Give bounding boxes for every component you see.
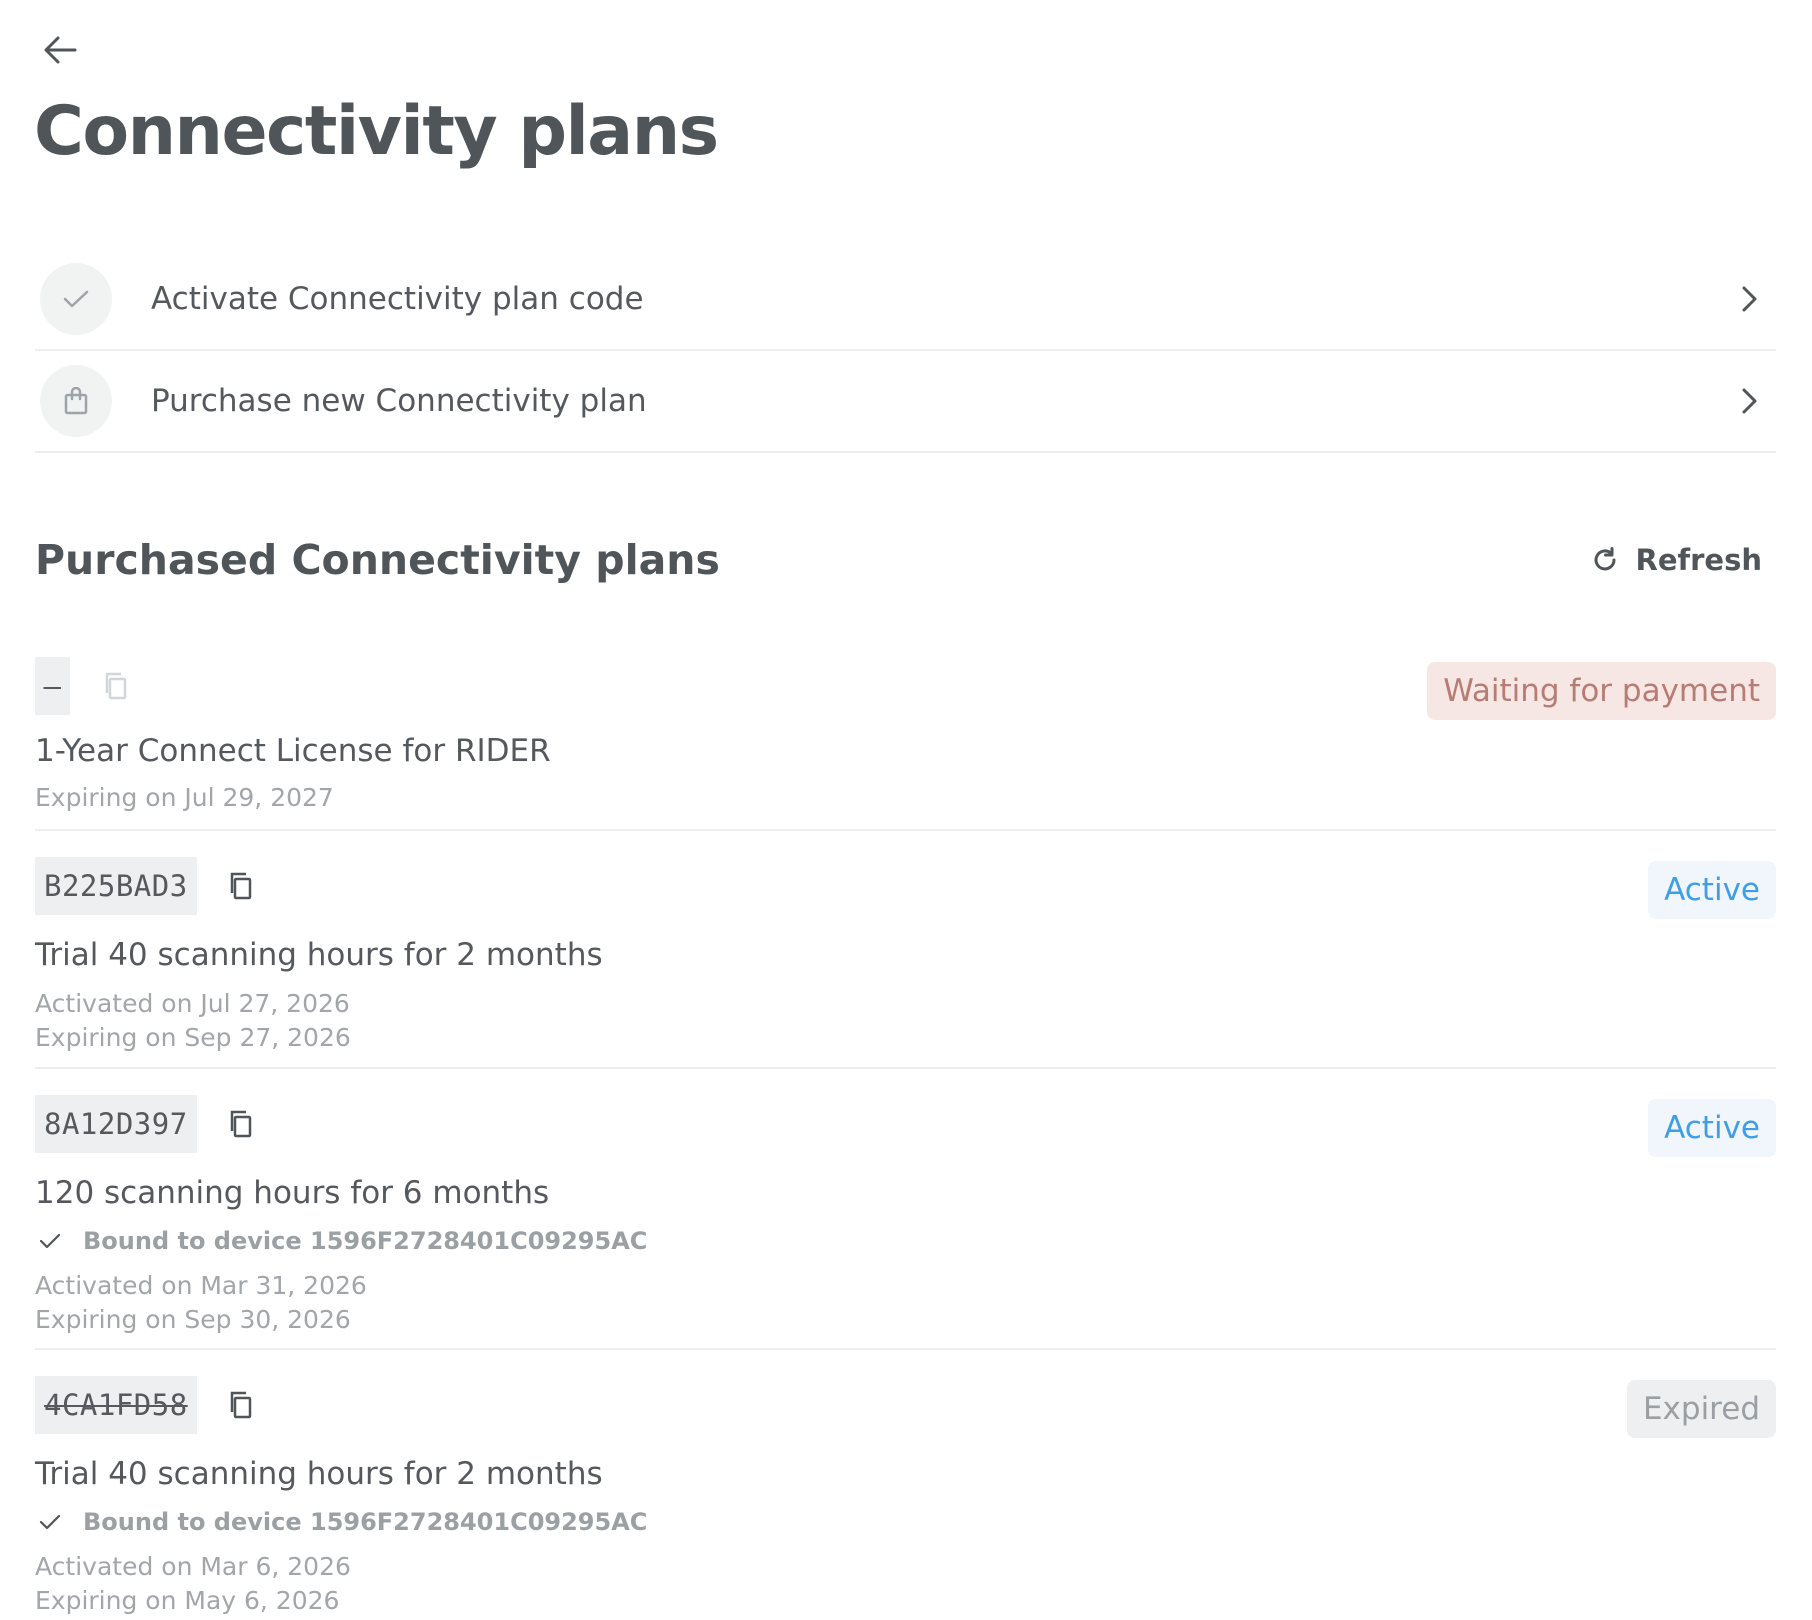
copy-icon xyxy=(230,1110,251,1138)
bound-device-label: Bound to device 1596F2728401C09295AC xyxy=(83,1508,648,1536)
shopping-bag-icon xyxy=(64,387,88,415)
plan-card: 8A12D397 Active 120 scanning hours for 6… xyxy=(35,1069,1776,1350)
plan-expiring-date: Expiring on Sep 27, 2026 xyxy=(35,1023,351,1052)
purchased-plans-header: Purchased Connectivity plans Refresh xyxy=(35,536,1776,584)
plan-name: Trial 40 scanning hours for 2 months xyxy=(35,1456,603,1492)
copy-code-button[interactable] xyxy=(219,1383,263,1427)
action-label: Purchase new Connectivity plan xyxy=(151,383,647,419)
action-icon-container xyxy=(40,263,112,335)
check-icon xyxy=(39,1514,61,1530)
back-button[interactable] xyxy=(38,28,82,72)
page-title: Connectivity plans xyxy=(34,92,719,171)
purchase-plan-item[interactable]: Purchase new Connectivity plan xyxy=(35,351,1776,453)
plan-activated-date: Activated on Mar 31, 2026 xyxy=(35,1271,367,1300)
plan-card: 4CA1FD58 Expired Trial 40 scanning hours… xyxy=(35,1350,1776,1615)
plan-name: 120 scanning hours for 6 months xyxy=(35,1175,550,1211)
copy-icon xyxy=(230,872,251,900)
check-icon xyxy=(39,1233,61,1249)
plan-activated-date: Activated on Jul 27, 2026 xyxy=(35,989,350,1018)
chevron-right-icon xyxy=(1730,279,1770,319)
plan-expiring-date: Expiring on Sep 30, 2026 xyxy=(35,1305,351,1334)
status-badge: Active xyxy=(1648,861,1776,919)
copy-icon xyxy=(105,672,127,700)
status-badge: Expired xyxy=(1626,1380,1776,1438)
plans-list: – Waiting for payment 1-Year Connect Lic… xyxy=(35,652,1776,1615)
chevron-right-icon xyxy=(1730,381,1770,421)
activate-plan-code-item[interactable]: Activate Connectivity plan code xyxy=(35,249,1776,351)
code-row: 4CA1FD58 xyxy=(35,1376,1776,1434)
plan-name: Trial 40 scanning hours for 2 months xyxy=(35,937,603,973)
refresh-button[interactable]: Refresh xyxy=(1592,543,1763,577)
plan-card: – Waiting for payment 1-Year Connect Lic… xyxy=(35,652,1776,831)
plan-name: 1-Year Connect License for RIDER xyxy=(35,733,551,769)
code-row: 8A12D397 xyxy=(35,1095,1776,1153)
connectivity-plans-page: Connectivity plans Activate Connectivity… xyxy=(0,0,1812,1620)
actions-list: Activate Connectivity plan code Purchase… xyxy=(35,249,1776,453)
code-row: B225BAD3 xyxy=(35,857,1776,915)
bound-device-row: Bound to device 1596F2728401C09295AC xyxy=(35,1227,1776,1255)
section-title: Purchased Connectivity plans xyxy=(35,536,720,584)
action-icon-container xyxy=(40,365,112,437)
plan-activated-date: Activated on Mar 6, 2026 xyxy=(35,1552,351,1581)
status-badge: Waiting for payment xyxy=(1427,662,1776,720)
refresh-label: Refresh xyxy=(1635,543,1763,577)
bound-device-label: Bound to device 1596F2728401C09295AC xyxy=(83,1227,648,1255)
status-badge: Active xyxy=(1648,1099,1776,1157)
plan-code: B225BAD3 xyxy=(35,857,197,915)
arrow-left-icon xyxy=(44,36,77,64)
plan-code: 4CA1FD58 xyxy=(35,1376,197,1434)
refresh-icon xyxy=(1594,547,1615,571)
plan-card: B225BAD3 Active Trial 40 scanning hours … xyxy=(35,831,1776,1069)
plan-code: 8A12D397 xyxy=(35,1095,197,1153)
plan-expiring-date: Expiring on May 6, 2026 xyxy=(35,1586,340,1615)
copy-code-button[interactable] xyxy=(94,664,138,708)
copy-code-button[interactable] xyxy=(219,1102,263,1146)
check-icon xyxy=(63,290,89,308)
plan-code: – xyxy=(35,657,70,715)
copy-code-button[interactable] xyxy=(219,864,263,908)
copy-icon xyxy=(230,1391,251,1419)
plan-expiring-date: Expiring on Jul 29, 2027 xyxy=(35,783,334,812)
bound-device-row: Bound to device 1596F2728401C09295AC xyxy=(35,1508,1776,1536)
action-label: Activate Connectivity plan code xyxy=(151,281,644,317)
